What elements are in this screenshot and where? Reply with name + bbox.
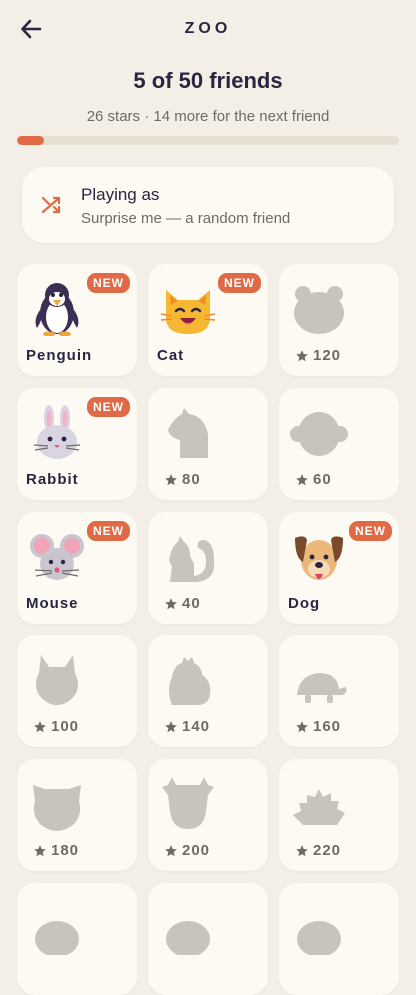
star-icon bbox=[165, 844, 177, 856]
progress-bar bbox=[17, 136, 399, 145]
locked-animal-tile[interactable]: 60 bbox=[279, 388, 399, 500]
star-cost: 180 bbox=[33, 842, 79, 859]
new-badge: NEW bbox=[87, 521, 130, 541]
locked-silhouette-icon bbox=[27, 899, 87, 955]
locked-animal-tile[interactable]: 160 bbox=[279, 635, 399, 747]
star-cost-value: 220 bbox=[313, 842, 342, 859]
star-cost: 100 bbox=[33, 718, 79, 735]
animal-name: Cat bbox=[157, 347, 185, 364]
playing-as-label: Playing as bbox=[81, 185, 160, 204]
screen-title: ZOO bbox=[184, 20, 232, 37]
hedgehog-silhouette-icon bbox=[289, 775, 349, 831]
animal-tile-cat[interactable]: Cat NEW bbox=[148, 264, 268, 376]
star-icon bbox=[296, 349, 308, 361]
star-cost-value: 40 bbox=[182, 595, 201, 612]
rabbit-icon bbox=[27, 404, 87, 460]
cat-icon bbox=[158, 280, 218, 336]
star-cost-value: 140 bbox=[182, 718, 211, 735]
star-icon bbox=[165, 720, 177, 732]
star-icon bbox=[296, 720, 308, 732]
star-cost: 120 bbox=[295, 347, 341, 364]
locked-animal-tile[interactable]: 40 bbox=[148, 512, 268, 624]
star-cost: 200 bbox=[164, 842, 210, 859]
star-icon bbox=[165, 597, 177, 609]
star-cost: 140 bbox=[164, 718, 210, 735]
star-cost-value: 60 bbox=[313, 471, 332, 488]
star-cost: 160 bbox=[295, 718, 341, 735]
animal-name: Dog bbox=[288, 595, 321, 612]
animal-name: Penguin bbox=[26, 347, 93, 364]
mouse-icon bbox=[27, 528, 87, 584]
star-cost-value: 100 bbox=[51, 718, 80, 735]
star-icon bbox=[296, 844, 308, 856]
new-badge: NEW bbox=[87, 397, 130, 417]
locked-animal-tile[interactable]: 100 bbox=[17, 635, 137, 747]
chicken-silhouette-icon bbox=[158, 651, 218, 707]
star-cost: 60 bbox=[295, 471, 332, 488]
star-icon bbox=[34, 844, 46, 856]
animal-tile-mouse[interactable]: Mouse NEW bbox=[17, 512, 137, 624]
cow-silhouette-icon bbox=[158, 775, 218, 831]
horse-silhouette-icon bbox=[158, 404, 218, 460]
locked-animal-tile[interactable]: 220 bbox=[279, 759, 399, 871]
locked-animal-tile[interactable]: 80 bbox=[148, 388, 268, 500]
locked-silhouette-icon bbox=[158, 899, 218, 955]
new-badge: NEW bbox=[349, 521, 392, 541]
star-cost: 80 bbox=[164, 471, 201, 488]
star-cost-value: 200 bbox=[182, 842, 211, 859]
bear-silhouette-icon bbox=[289, 280, 349, 336]
playing-as-value: Surprise me — a random friend bbox=[81, 210, 291, 227]
dog-icon bbox=[289, 528, 349, 584]
animal-name: Mouse bbox=[26, 595, 79, 612]
star-cost-value: 160 bbox=[313, 718, 342, 735]
star-icon bbox=[296, 473, 308, 485]
animal-tile-dog[interactable]: Dog NEW bbox=[279, 512, 399, 624]
new-badge: NEW bbox=[87, 273, 130, 293]
locked-animal-tile[interactable]: 140 bbox=[148, 635, 268, 747]
animal-grid: Penguin NEW Cat NEW 120 Rabbit NEW 80 60 Mo… bbox=[17, 264, 399, 995]
star-icon bbox=[165, 473, 177, 485]
turtle-silhouette-icon bbox=[289, 651, 349, 707]
animal-name: Rabbit bbox=[26, 471, 79, 488]
fox-silhouette-icon bbox=[27, 651, 87, 707]
squirrel-silhouette-icon bbox=[158, 528, 218, 584]
star-icon bbox=[34, 720, 46, 732]
progress-bar-fill bbox=[17, 136, 44, 145]
penguin-icon bbox=[27, 280, 87, 336]
animal-tile-penguin[interactable]: Penguin NEW bbox=[17, 264, 137, 376]
new-badge: NEW bbox=[218, 273, 261, 293]
locked-silhouette-icon bbox=[289, 899, 349, 955]
pig-silhouette-icon bbox=[27, 775, 87, 831]
shuffle-icon bbox=[41, 196, 61, 214]
star-cost-value: 120 bbox=[313, 347, 342, 364]
stars-progress-text: 26 stars · 14 more for the next friend bbox=[86, 108, 330, 125]
friends-count-heading: 5 of 50 friends bbox=[133, 68, 283, 93]
locked-animal-tile[interactable]: 200 bbox=[148, 759, 268, 871]
star-cost: 40 bbox=[164, 595, 201, 612]
locked-animal-tile[interactable]: 180 bbox=[17, 759, 137, 871]
star-cost-value: 180 bbox=[51, 842, 80, 859]
monkey-silhouette-icon bbox=[289, 404, 349, 460]
animal-tile-rabbit[interactable]: Rabbit NEW bbox=[17, 388, 137, 500]
top-bar: ZOO bbox=[0, 0, 416, 60]
playing-as-card[interactable]: Playing as Surprise me — a random friend bbox=[22, 167, 394, 243]
locked-animal-tile[interactable]: 120 bbox=[279, 264, 399, 376]
star-cost-value: 80 bbox=[182, 471, 201, 488]
star-cost: 220 bbox=[295, 842, 341, 859]
